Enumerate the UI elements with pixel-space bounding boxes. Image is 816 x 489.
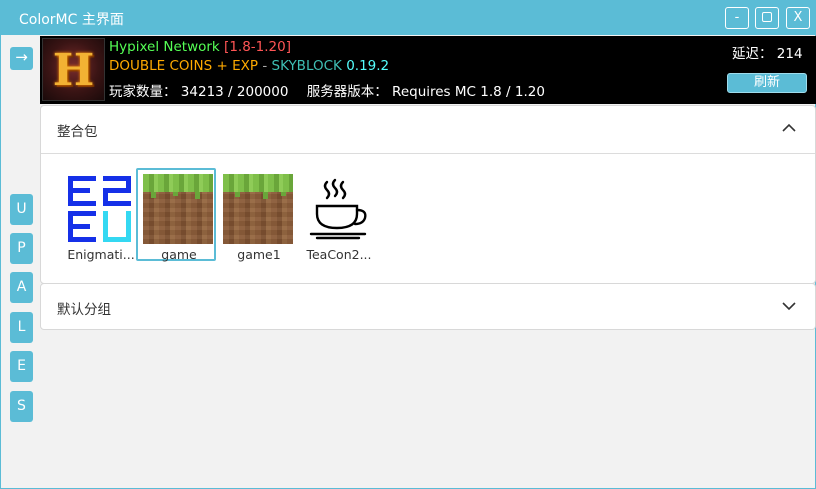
group-modpacks-header[interactable]: 整合包 <box>41 106 815 153</box>
sidebar-letter-e-button[interactable]: E <box>10 351 33 382</box>
motd-skyblock: SKYBLOCK <box>271 58 342 74</box>
ping-label: 延迟： <box>732 46 773 62</box>
close-button[interactable]: X <box>786 7 810 29</box>
version-label: 服务器版本： <box>306 84 388 100</box>
title-bar[interactable]: ColorMC 主界面 - X <box>1 1 815 35</box>
pack-name: game1 <box>237 247 281 262</box>
group-title: 默认分组 <box>57 302 111 318</box>
maximize-icon <box>762 11 772 22</box>
group-default-header[interactable]: 默认分组 <box>41 284 815 331</box>
ping-display: 延迟： 214 <box>732 42 803 62</box>
server-motd-line1: Hypixel Network [1.8-1.20] <box>109 39 291 55</box>
pack-name: game <box>161 247 197 262</box>
pack-item[interactable]: Enigmati... <box>59 174 137 268</box>
players-online: 34213 <box>180 84 224 100</box>
server-info-bar: H Hypixel Network [1.8-1.20] DOUBLE COIN… <box>40 36 816 104</box>
group-default: 默认分组 <box>40 283 816 330</box>
window-title: ColorMC 主界面 <box>19 12 124 28</box>
tea-cup-icon <box>303 174 373 244</box>
motd-separator: - <box>258 58 272 74</box>
sidebar-letter-l-button[interactable]: L <box>10 312 33 343</box>
pack-name: TeaCon2... <box>306 247 372 262</box>
sidebar-letter-a-button[interactable]: A <box>10 272 33 303</box>
group-title: 整合包 <box>57 124 98 140</box>
pack-item-selected[interactable]: game <box>136 168 216 268</box>
players-max: 200000 <box>236 84 289 100</box>
refresh-button[interactable]: 刷新 <box>727 73 807 93</box>
grass-block-icon <box>223 174 293 244</box>
server-version-tag: [1.8-1.20] <box>224 39 291 55</box>
group-modpacks-body: Enigmati... game game1 TeaCon2... <box>41 153 815 283</box>
players-label: 玩家数量： <box>109 84 177 100</box>
sidebar-letter-p-button[interactable]: P <box>10 233 33 264</box>
enigmatica-icon <box>65 174 135 244</box>
grass-block-icon <box>143 174 213 244</box>
ping-value: 214 <box>776 46 803 62</box>
version-value: Requires MC 1.8 / 1.20 <box>392 84 545 100</box>
chevron-down-icon <box>782 302 796 311</box>
server-stats-line: 玩家数量： 34213 / 200000 服务器版本： Requires MC … <box>109 80 545 100</box>
pack-name: Enigmati... <box>67 247 135 262</box>
expand-sidebar-button[interactable]: → <box>10 47 33 70</box>
motd-promo: DOUBLE COINS + EXP <box>109 58 259 74</box>
players-separator: / <box>228 84 233 100</box>
motd-version: 0.19.2 <box>346 58 390 74</box>
pack-item[interactable]: TeaCon2... <box>297 174 375 268</box>
server-name: Hypixel Network <box>109 39 220 55</box>
main-window: ColorMC 主界面 - X → U P A L E S H Hypixel … <box>0 0 816 489</box>
pack-item[interactable]: game1 <box>217 174 295 268</box>
sidebar-letter-s-button[interactable]: S <box>10 391 33 422</box>
minimize-button[interactable]: - <box>725 7 749 29</box>
maximize-button[interactable] <box>755 7 779 29</box>
server-logo-icon: H <box>42 38 105 101</box>
sidebar-letter-u-button[interactable]: U <box>10 194 33 225</box>
server-motd-line2: DOUBLE COINS + EXP - SKYBLOCK 0.19.2 <box>109 58 389 74</box>
group-modpacks: 整合包 Enigmati... game game1 TeaCon2... <box>40 105 816 284</box>
chevron-up-icon <box>782 123 796 132</box>
